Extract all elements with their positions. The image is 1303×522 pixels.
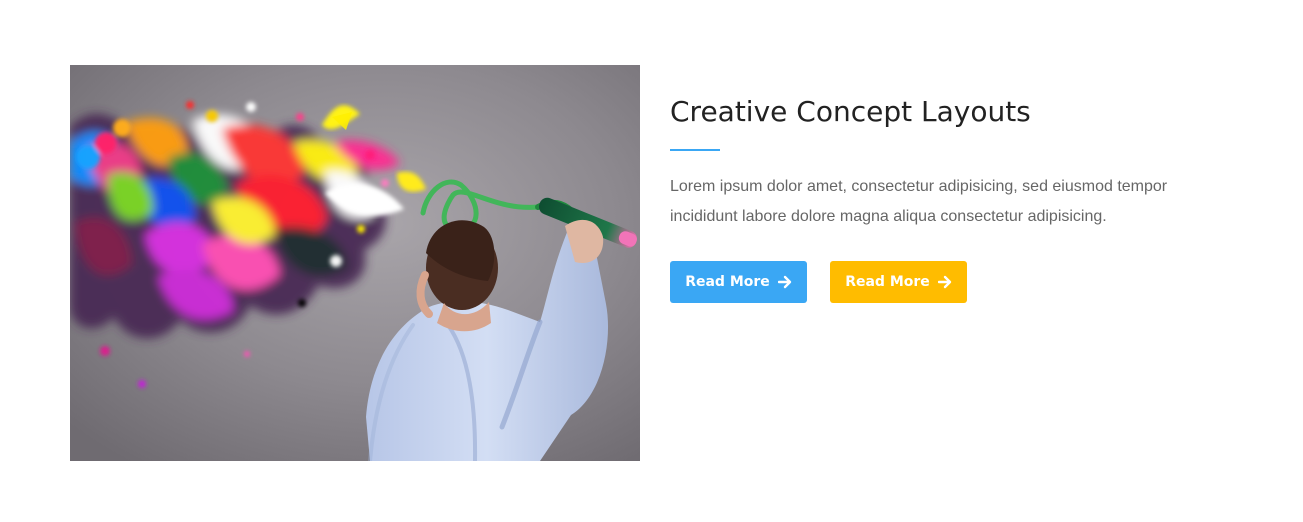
feature-description: Lorem ipsum dolor amet, consectetur adip… (670, 178, 1168, 225)
arrow-right-icon (937, 275, 952, 289)
feature-title: Creative Concept Layouts (670, 95, 1031, 128)
read-more-blue-button[interactable]: Read More (670, 261, 807, 303)
feature-content: Creative Concept Layouts Lorem ipsum dol… (670, 92, 1230, 303)
feature-section: Creative Concept Layouts Lorem ipsum dol… (0, 0, 1303, 522)
read-more-blue-label: Read More (685, 274, 770, 290)
read-more-yellow-label: Read More (845, 274, 930, 290)
creative-concept-image (70, 65, 640, 461)
arrow-right-icon (777, 275, 792, 289)
read-more-yellow-button[interactable]: Read More (830, 261, 967, 303)
button-group: Read More Read More (670, 261, 1230, 303)
title-divider (670, 149, 720, 151)
